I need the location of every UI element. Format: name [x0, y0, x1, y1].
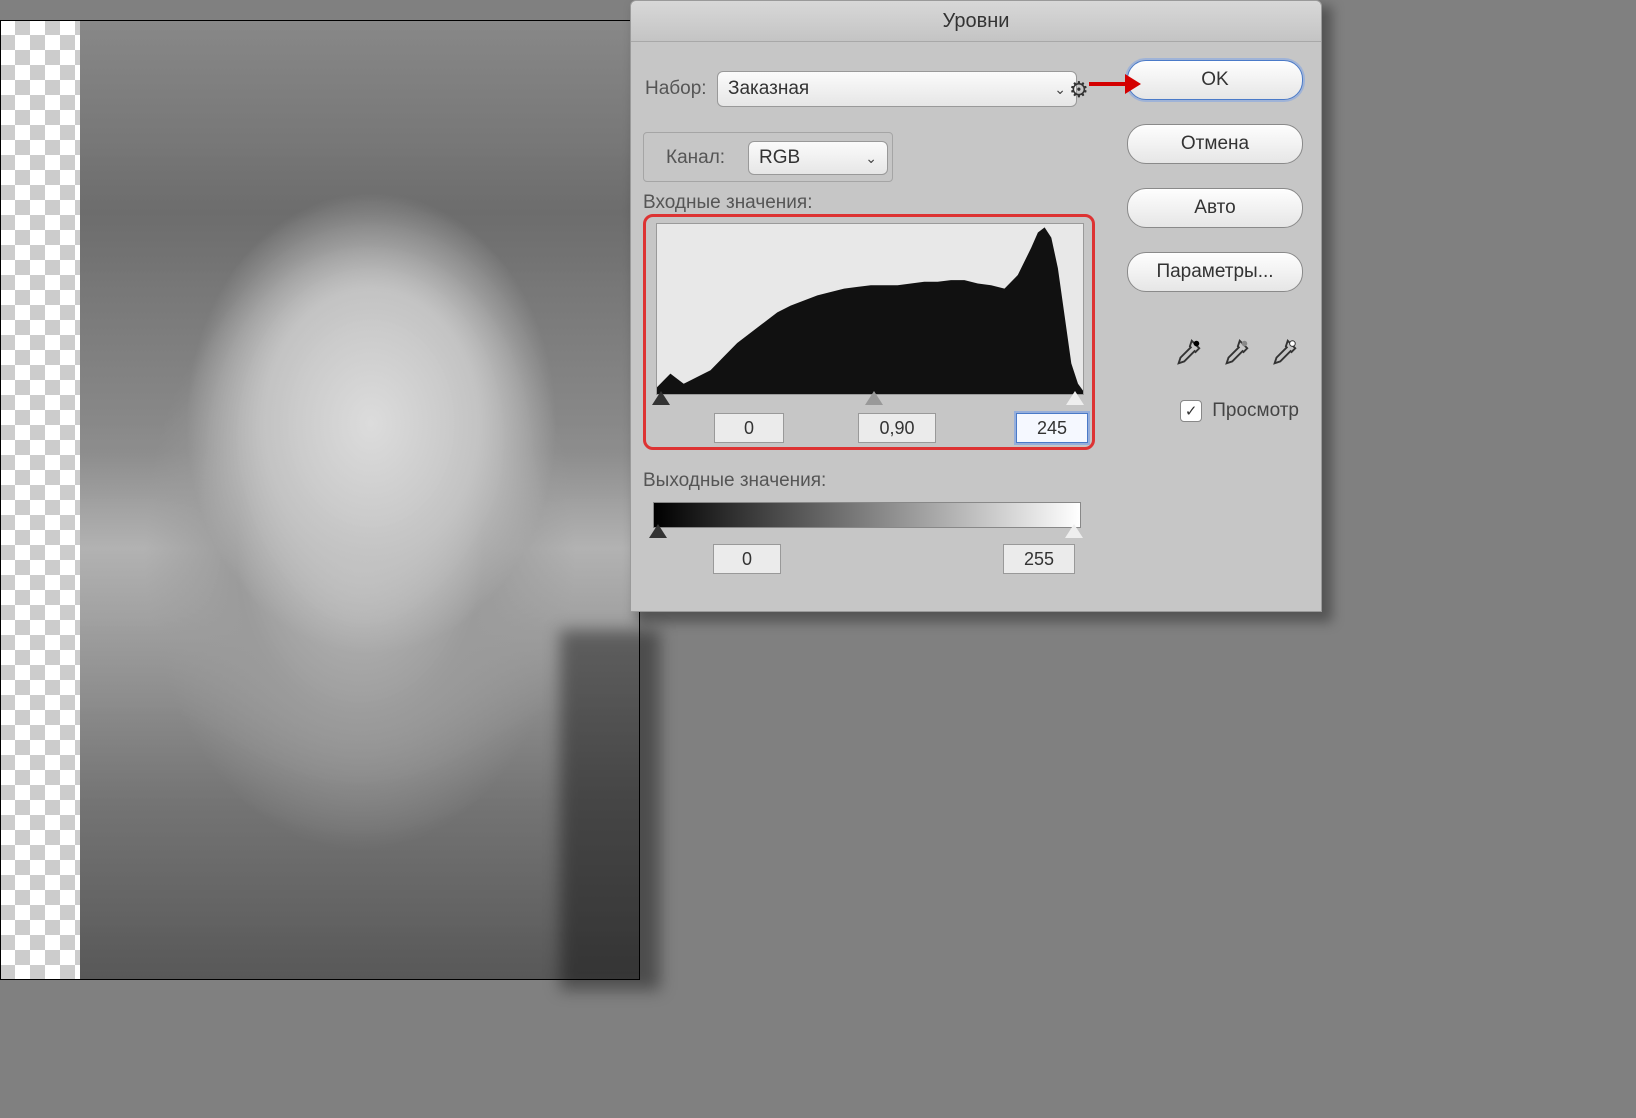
canvas-shadow	[560, 630, 660, 990]
eyedropper-row	[1173, 337, 1299, 367]
output-levels-label: Выходные значения:	[643, 470, 826, 492]
histogram	[656, 223, 1084, 395]
input-white-field[interactable]	[1016, 413, 1088, 443]
black-point-slider[interactable]	[652, 391, 670, 405]
preset-label: Набор:	[645, 78, 707, 100]
eyedropper-gray-icon[interactable]	[1221, 337, 1251, 367]
options-button[interactable]: Параметры...	[1127, 252, 1303, 292]
auto-button[interactable]: Авто	[1127, 188, 1303, 228]
input-black-field[interactable]	[714, 413, 784, 443]
channel-fieldset: Канал: RGB ⌄	[643, 132, 893, 182]
gear-icon[interactable]: ⚙	[1069, 77, 1089, 103]
levels-dialog: Уровни Набор: Заказная ⌄ ⚙ Канал: RGB ⌄ …	[630, 0, 1322, 612]
ok-button[interactable]: OK	[1127, 60, 1303, 100]
gamma-slider[interactable]	[865, 391, 883, 405]
chevron-down-icon: ⌄	[1054, 73, 1066, 105]
bw-portrait-image	[80, 20, 640, 980]
preview-checkbox[interactable]: ✓	[1180, 400, 1202, 422]
preset-select[interactable]: Заказная ⌄	[717, 71, 1077, 107]
cancel-button[interactable]: Отмена	[1127, 124, 1303, 164]
channel-select[interactable]: RGB ⌄	[748, 141, 888, 175]
input-levels-highlight	[643, 214, 1095, 450]
annotation-arrow	[1089, 77, 1139, 91]
input-slider[interactable]	[656, 395, 1082, 409]
histogram-svg	[657, 224, 1083, 394]
channel-value: RGB	[759, 143, 800, 173]
preview-label: Просмотр	[1212, 400, 1299, 422]
output-white-slider[interactable]	[1065, 524, 1083, 538]
white-point-slider[interactable]	[1066, 391, 1084, 405]
output-white-field[interactable]	[1003, 544, 1075, 574]
output-black-slider[interactable]	[649, 524, 667, 538]
eyedropper-white-icon[interactable]	[1269, 337, 1299, 367]
preset-value: Заказная	[728, 73, 809, 105]
chevron-down-icon: ⌄	[865, 143, 877, 173]
eyedropper-black-icon[interactable]	[1173, 337, 1203, 367]
input-gamma-field[interactable]	[858, 413, 936, 443]
channel-label: Канал:	[666, 147, 725, 169]
output-gradient	[653, 502, 1081, 528]
dialog-title[interactable]: Уровни	[631, 1, 1321, 42]
input-levels-label: Входные значения:	[643, 192, 812, 214]
output-slider[interactable]	[653, 528, 1079, 544]
output-black-field[interactable]	[713, 544, 781, 574]
